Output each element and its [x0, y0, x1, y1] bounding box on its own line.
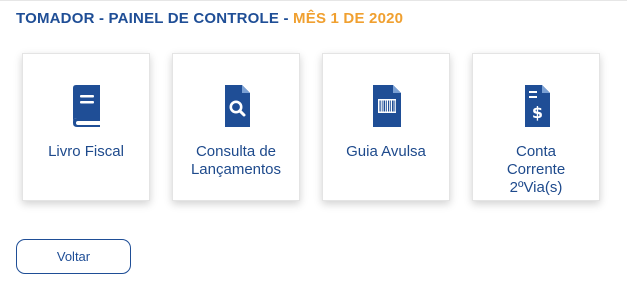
card-guia-avulsa[interactable]: Guia Avulsa: [322, 53, 450, 201]
card-label: Conta Corrente 2ºVia(s): [506, 143, 566, 196]
page-title: TOMADOR - PAINEL DE CONTROLE - MÊS 1 DE …: [16, 10, 403, 27]
top-divider: [0, 0, 627, 1]
card-label: Livro Fiscal: [48, 143, 124, 160]
barcode-document-icon: [366, 85, 406, 127]
document-search-icon: [216, 85, 256, 127]
card-label: Guia Avulsa: [346, 143, 426, 160]
control-panel-cards: Livro Fiscal Consulta de Lançamentos Gui…: [22, 53, 602, 203]
card-label: Consulta de Lançamentos: [190, 143, 282, 178]
book-icon: [66, 85, 106, 127]
page-title-main: TOMADOR - PAINEL DE CONTROLE -: [16, 10, 289, 27]
card-livro-fiscal[interactable]: Livro Fiscal: [22, 53, 150, 201]
back-button[interactable]: Voltar: [16, 239, 131, 274]
card-conta-corrente[interactable]: $ Conta Corrente 2ºVia(s): [472, 53, 600, 201]
svg-text:$: $: [532, 103, 543, 122]
card-consulta-lancamentos[interactable]: Consulta de Lançamentos: [172, 53, 300, 201]
page-title-month: MÊS 1 DE 2020: [293, 10, 404, 27]
dollar-document-icon: $: [516, 85, 556, 127]
